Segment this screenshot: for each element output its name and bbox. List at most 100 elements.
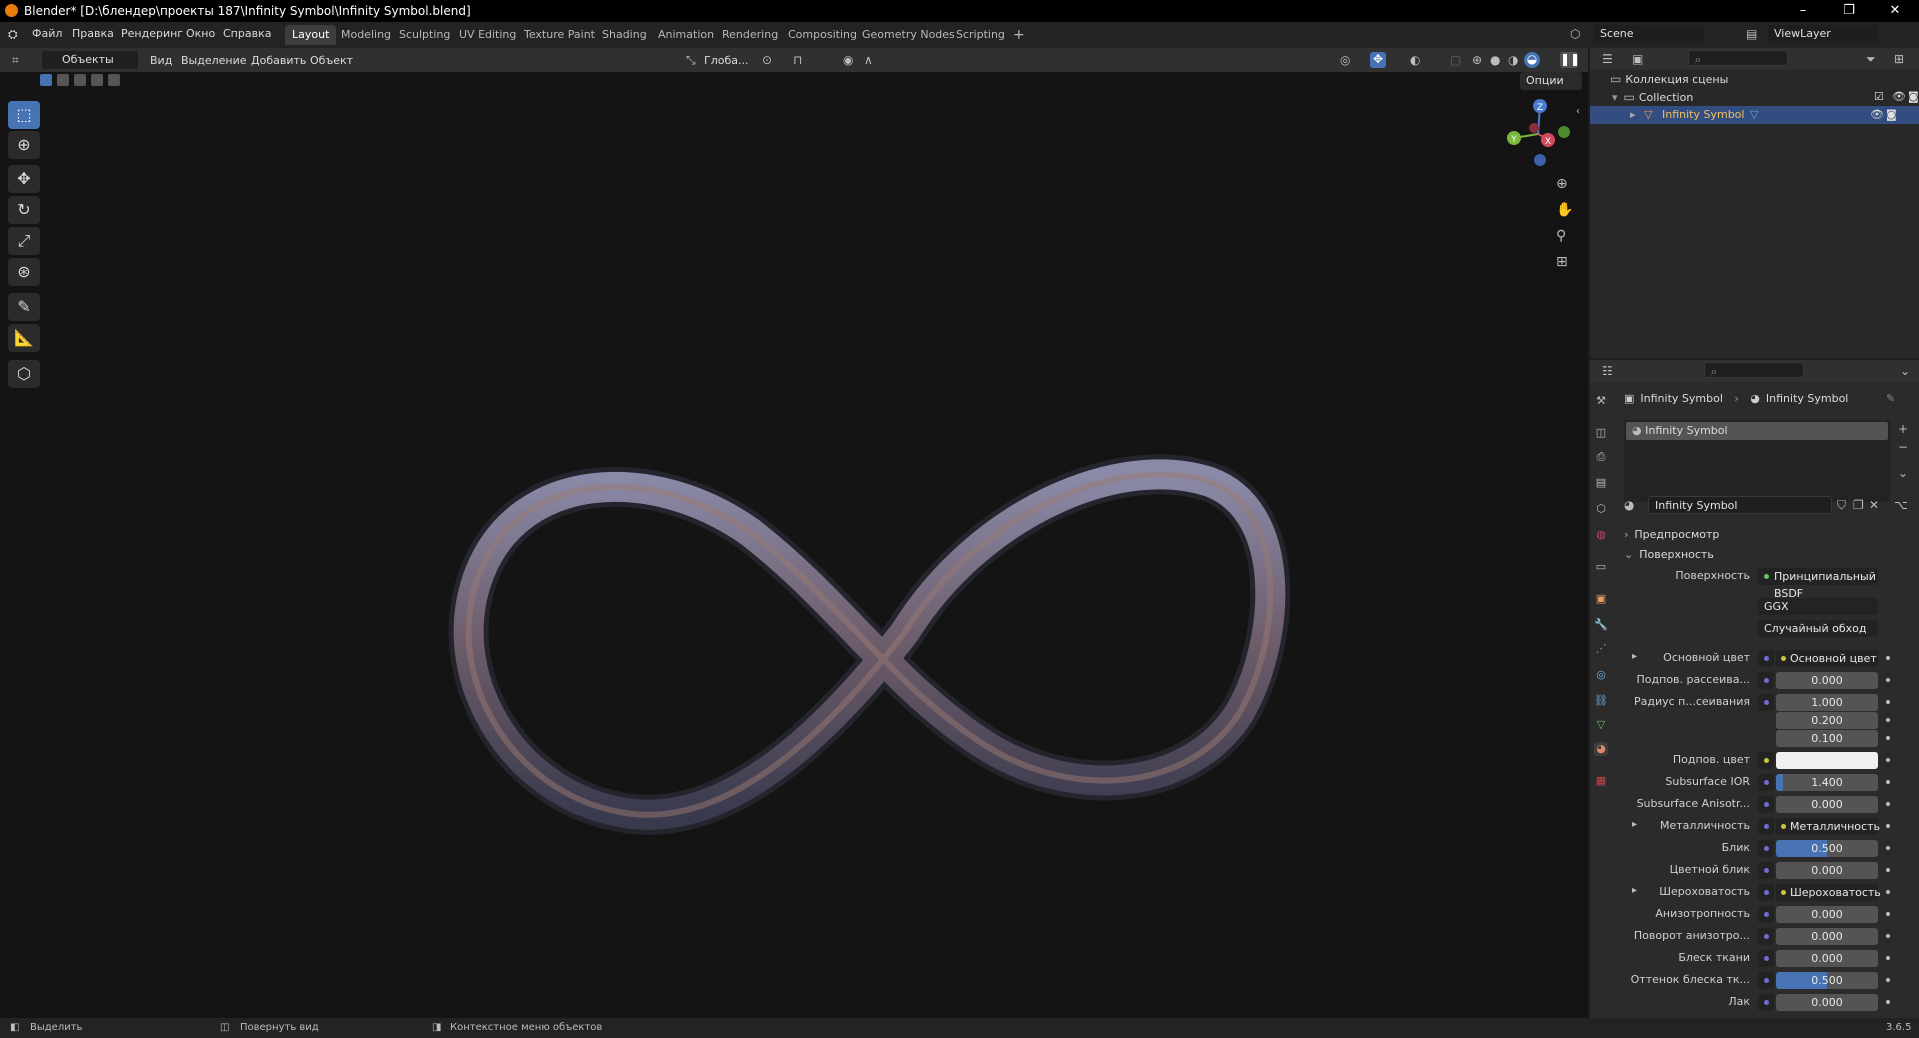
navigation-gizmo[interactable]: Z X Y: [1498, 94, 1578, 174]
pin-icon[interactable]: ✎: [1886, 390, 1895, 408]
solid-shading-icon[interactable]: ●: [1490, 53, 1500, 67]
linked-input-field[interactable]: Металличность: [1776, 818, 1880, 835]
zoom-icon[interactable]: ⊕: [1556, 176, 1568, 192]
material-shading-icon[interactable]: ◑: [1508, 53, 1518, 67]
input-socket-icon[interactable]: [1758, 774, 1774, 791]
add-slot-icon[interactable]: +: [1898, 422, 1908, 436]
view-layer-selector[interactable]: ViewLayer: [1768, 25, 1878, 43]
node-tree-icon[interactable]: ⌥: [1894, 498, 1908, 512]
pan-hand-icon[interactable]: ✋: [1556, 202, 1573, 218]
keyframe-dot-icon[interactable]: [1886, 956, 1890, 960]
slot-menu-icon[interactable]: ⌄: [1898, 466, 1908, 480]
camera-view-icon[interactable]: ⚲: [1556, 228, 1566, 244]
keyframe-dot-icon[interactable]: [1886, 824, 1890, 828]
minimize-button[interactable]: –: [1780, 0, 1826, 22]
numeric-input-field[interactable]: 0.500: [1776, 972, 1878, 989]
visibility-icon[interactable]: ◎: [1340, 53, 1350, 67]
numeric-input-field[interactable]: 1.000: [1776, 694, 1878, 711]
add-cube-tool-icon[interactable]: ⬡: [8, 360, 40, 388]
rotate-tool-icon[interactable]: ↻: [8, 196, 40, 224]
input-socket-icon[interactable]: [1758, 840, 1774, 857]
camera-icon[interactable]: ◙: [1908, 88, 1919, 106]
numeric-input-field[interactable]: 0.000: [1776, 672, 1878, 689]
expand-icon[interactable]: ▸: [1630, 106, 1636, 124]
input-socket-icon[interactable]: [1758, 796, 1774, 813]
material-tab-icon[interactable]: ◕: [1594, 742, 1608, 756]
mode-selector[interactable]: Объекты: [42, 51, 138, 69]
overlay-icon[interactable]: ◐: [1410, 53, 1420, 67]
input-socket-icon[interactable]: [1758, 818, 1774, 835]
numeric-input-field[interactable]: 0.000: [1776, 994, 1878, 1011]
keyframe-dot-icon[interactable]: [1886, 978, 1890, 982]
close-button[interactable]: ✕: [1872, 0, 1918, 22]
unlink-material-icon[interactable]: ✕: [1869, 498, 1879, 512]
infinity-symbol-render[interactable]: [420, 392, 1300, 872]
wireframe-shading-icon[interactable]: ⊕: [1472, 53, 1482, 67]
move-tool-icon[interactable]: ✥: [8, 165, 40, 193]
input-socket-icon[interactable]: [1758, 928, 1774, 945]
properties-options-icon[interactable]: ⌄: [1900, 364, 1910, 378]
output-tab-icon[interactable]: ⎙: [1594, 450, 1608, 464]
keyframe-dot-icon[interactable]: [1886, 780, 1890, 784]
properties-search-input[interactable]: ⌕: [1704, 362, 1804, 378]
keyframe-dot-icon[interactable]: [1886, 868, 1890, 872]
view-layer-tab-icon[interactable]: ▤: [1594, 476, 1608, 490]
numeric-input-field[interactable]: 1.400: [1776, 774, 1878, 791]
tab-geometry-nodes[interactable]: Geometry Nodes: [855, 25, 962, 45]
keyframe-dot-icon[interactable]: [1886, 718, 1890, 722]
select-mode-subtract-icon[interactable]: [74, 74, 86, 86]
constraints-tab-icon[interactable]: ⛓: [1594, 694, 1608, 708]
keyframe-dot-icon[interactable]: [1886, 700, 1890, 704]
add-workspace-button[interactable]: +: [1006, 25, 1032, 45]
linked-input-field[interactable]: Шероховатость: [1776, 884, 1881, 901]
menu-file[interactable]: Файл: [32, 27, 62, 40]
material-browse-icon[interactable]: ◕: [1624, 498, 1634, 512]
scene-selector[interactable]: Scene: [1594, 25, 1704, 43]
tab-layout[interactable]: Layout: [285, 25, 337, 45]
transform-orientation[interactable]: Глоба...: [704, 54, 748, 67]
menu-object[interactable]: Объект: [310, 54, 353, 67]
rendered-shading-icon[interactable]: ◒: [1524, 52, 1540, 68]
blender-menu-icon[interactable]: ⛭: [8, 27, 18, 42]
input-socket-icon[interactable]: [1758, 994, 1774, 1011]
numeric-input-field[interactable]: 0.000: [1776, 796, 1878, 813]
material-slot-list[interactable]: ◕ Infinity Symbol: [1624, 420, 1890, 502]
tab-texture-paint[interactable]: Texture Paint: [517, 25, 602, 45]
pivot-icon[interactable]: ⊙: [762, 53, 772, 67]
scene-tab-icon[interactable]: ⬡: [1594, 502, 1608, 516]
properties-editor-icon[interactable]: ☷: [1602, 364, 1613, 378]
transform-tool-icon[interactable]: ⊛: [8, 258, 40, 286]
keyframe-dot-icon[interactable]: [1886, 1000, 1890, 1004]
exclude-checkbox-icon[interactable]: ☑: [1874, 88, 1884, 106]
duplicate-material-icon[interactable]: ❐: [1853, 498, 1864, 512]
measure-tool-icon[interactable]: 📐: [8, 324, 40, 352]
options-dropdown[interactable]: Опции: [1520, 72, 1582, 90]
input-socket-icon[interactable]: [1758, 972, 1774, 989]
ortho-grid-icon[interactable]: ⊞: [1556, 254, 1568, 270]
remove-slot-icon[interactable]: −: [1898, 440, 1908, 454]
tab-scripting[interactable]: Scripting: [949, 25, 1012, 45]
gizmo-toggle-icon[interactable]: ✥: [1370, 52, 1386, 68]
outliner-collection[interactable]: ▾ ▭ Collection ☑ 👁 ◙: [1612, 88, 1919, 106]
physics-tab-icon[interactable]: ◎: [1594, 668, 1608, 682]
snap-icon[interactable]: ⊓: [793, 53, 802, 67]
pause-render-icon[interactable]: ❚❚: [1560, 52, 1580, 68]
filter-icon[interactable]: ⏷: [1866, 52, 1876, 67]
tool-tab-icon[interactable]: ⚒: [1594, 394, 1608, 408]
sidebar-toggle-icon[interactable]: ‹: [1576, 106, 1580, 117]
keyframe-dot-icon[interactable]: [1886, 912, 1890, 916]
render-tab-icon[interactable]: ◫: [1594, 426, 1608, 440]
numeric-input-field[interactable]: 0.200: [1776, 712, 1878, 729]
restore-button[interactable]: ❐: [1826, 0, 1872, 22]
object-eye-icon[interactable]: 👁: [1870, 106, 1884, 124]
scale-tool-icon[interactable]: ⤢: [8, 227, 40, 255]
linked-input-field[interactable]: Основной цвет: [1776, 650, 1878, 667]
numeric-input-field[interactable]: 0.000: [1776, 950, 1878, 967]
particles-tab-icon[interactable]: ⋰: [1594, 642, 1608, 656]
editor-type-icon[interactable]: ⌗: [12, 53, 19, 68]
tab-sculpting[interactable]: Sculpting: [392, 25, 457, 45]
tab-compositing[interactable]: Compositing: [781, 25, 864, 45]
outliner-search-input[interactable]: ⌕: [1688, 50, 1788, 66]
select-mode-extend-icon[interactable]: [57, 74, 69, 86]
distribution-dropdown[interactable]: GGX: [1758, 598, 1878, 615]
